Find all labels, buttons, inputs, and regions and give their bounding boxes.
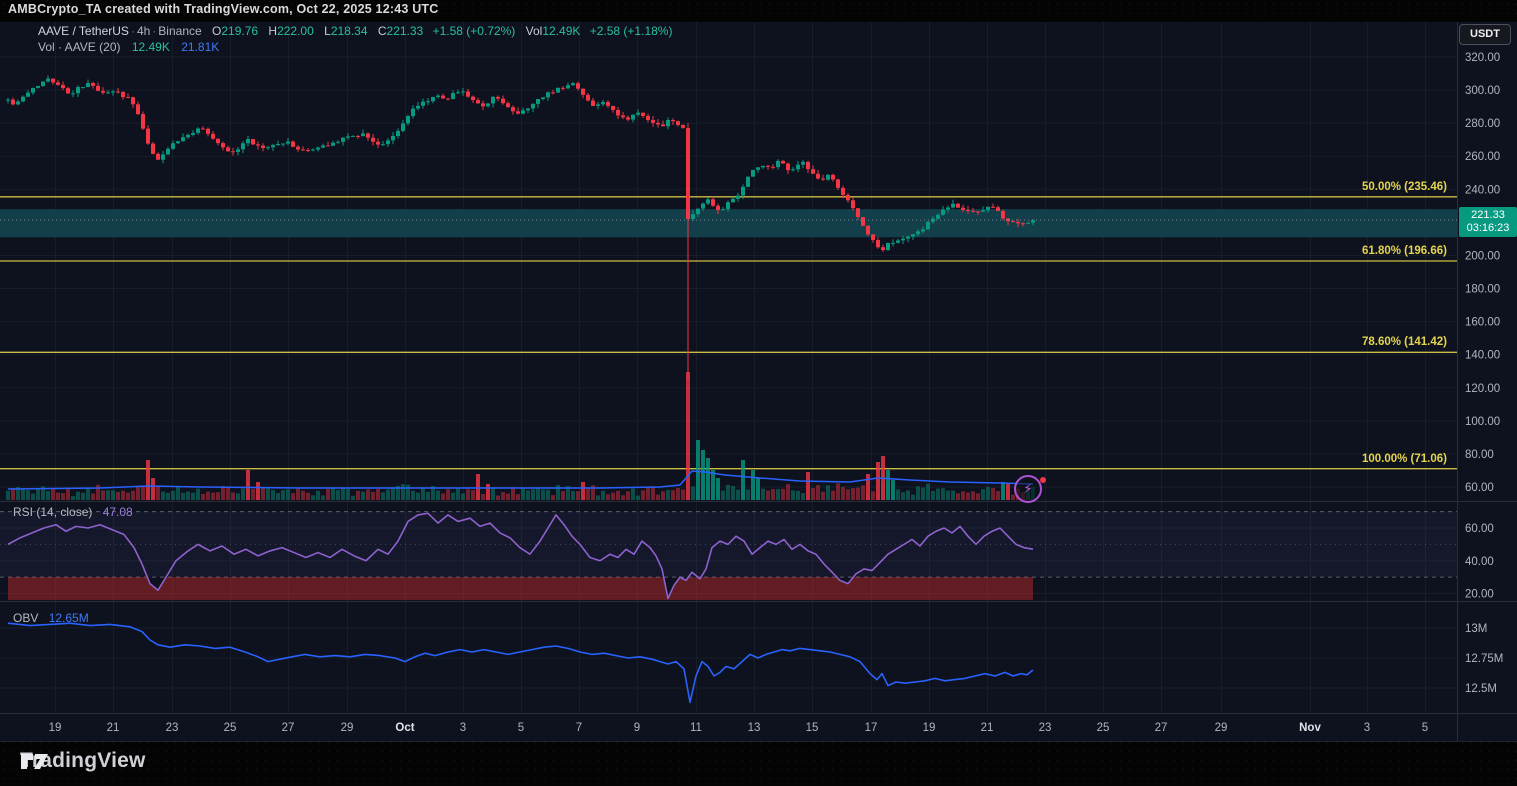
svg-text:27: 27	[282, 722, 295, 734]
svg-text:100.00: 100.00	[1465, 416, 1500, 428]
svg-text:160.00: 160.00	[1465, 317, 1500, 329]
rsi-value: 47.08	[103, 505, 133, 519]
symbol-interval[interactable]: 4h	[137, 24, 150, 38]
svg-text:23: 23	[166, 722, 179, 734]
svg-text:180.00: 180.00	[1465, 284, 1500, 296]
open-value: 219.76	[221, 24, 258, 38]
close-label: C	[378, 24, 387, 38]
obv-label: OBV	[13, 611, 38, 625]
symbol-name[interactable]: AAVE / TetherUS	[38, 24, 129, 38]
lightning-icon[interactable]: ⚡	[1014, 475, 1042, 503]
watermark-title: AMBCrypto_TA created with TradingView.co…	[8, 2, 438, 16]
tradingview-mark-icon	[20, 749, 50, 773]
volume-value: 12.49K	[542, 24, 580, 38]
svg-text:13: 13	[748, 722, 761, 734]
svg-text:29: 29	[341, 722, 354, 734]
fib-level-label: 50.00% (235.46)	[1362, 181, 1447, 193]
last-price-value: 221.33	[1462, 209, 1514, 222]
svg-text:27: 27	[1155, 722, 1168, 734]
obv-legend[interactable]: OBV 12.65M	[13, 611, 89, 625]
svg-text:21: 21	[981, 722, 994, 734]
volume-label: Vol	[526, 24, 543, 38]
svg-text:20.00: 20.00	[1465, 589, 1494, 601]
high-label: H	[268, 24, 277, 38]
svg-text:11: 11	[690, 722, 702, 734]
svg-text:60.00: 60.00	[1465, 482, 1494, 494]
open-label: O	[212, 24, 221, 38]
currency-usdt-button[interactable]: USDT	[1459, 24, 1511, 45]
svg-text:19: 19	[49, 722, 62, 734]
svg-text:80.00: 80.00	[1465, 449, 1494, 461]
last-price-badge: 221.33 03:16:23	[1459, 207, 1517, 237]
svg-text:60.00: 60.00	[1465, 523, 1494, 535]
svg-text:21: 21	[107, 722, 120, 734]
symbol-exchange: Binance	[158, 24, 201, 38]
svg-text:140.00: 140.00	[1465, 350, 1500, 362]
svg-text:120.00: 120.00	[1465, 383, 1500, 395]
notification-dot	[1040, 477, 1046, 483]
svg-text:3: 3	[460, 722, 466, 734]
svg-text:3: 3	[1364, 722, 1370, 734]
chart-canvas[interactable]: 320.00300.00280.00260.00240.00200.00180.…	[0, 0, 1517, 786]
fib-level-label: 61.80% (196.66)	[1362, 245, 1447, 257]
svg-text:23: 23	[1039, 722, 1052, 734]
svg-text:13M: 13M	[1465, 623, 1487, 635]
tradingview-logo[interactable]: TradingView	[20, 749, 146, 773]
svg-text:Nov: Nov	[1299, 722, 1321, 734]
svg-text:12.5M: 12.5M	[1465, 683, 1497, 695]
svg-text:200.00: 200.00	[1465, 250, 1500, 262]
svg-text:7: 7	[576, 722, 582, 734]
low-label: L	[324, 24, 331, 38]
bar-countdown: 03:16:23	[1462, 222, 1514, 235]
svg-text:12.75M: 12.75M	[1465, 653, 1503, 665]
svg-text:Oct: Oct	[395, 722, 414, 734]
rsi-label: RSI (14, close)	[13, 505, 92, 519]
svg-text:25: 25	[1097, 722, 1110, 734]
svg-text:19: 19	[923, 722, 936, 734]
fib-level-label: 78.60% (141.42)	[1362, 336, 1447, 348]
svg-text:320.00: 320.00	[1465, 52, 1500, 64]
svg-text:280.00: 280.00	[1465, 118, 1500, 130]
svg-text:260.00: 260.00	[1465, 151, 1500, 163]
svg-text:9: 9	[634, 722, 640, 734]
svg-text:300.00: 300.00	[1465, 85, 1500, 97]
svg-text:17: 17	[865, 722, 878, 734]
close-value: 221.33	[387, 24, 424, 38]
high-value: 222.00	[277, 24, 314, 38]
fib-level-label: 100.00% (71.06)	[1362, 453, 1447, 465]
volume-ma-label: Vol · AAVE (20)	[38, 40, 120, 54]
symbol-legend[interactable]: AAVE / TetherUS·4h·Binance O219.76 H222.…	[38, 24, 672, 38]
svg-text:29: 29	[1215, 722, 1228, 734]
svg-text:5: 5	[1422, 722, 1428, 734]
low-value: 218.34	[331, 24, 368, 38]
svg-text:15: 15	[806, 722, 819, 734]
volume-change: +2.58 (+1.18%)	[590, 24, 673, 38]
svg-text:5: 5	[518, 722, 524, 734]
svg-text:40.00: 40.00	[1465, 556, 1494, 568]
svg-text:25: 25	[224, 722, 237, 734]
volume-ma-legend[interactable]: Vol · AAVE (20) 12.49K 21.81K	[38, 40, 219, 54]
svg-text:240.00: 240.00	[1465, 184, 1500, 196]
volume-ma-value1: 12.49K	[132, 40, 170, 54]
tradingview-screenshot: 320.00300.00280.00260.00240.00200.00180.…	[0, 0, 1517, 786]
rsi-legend[interactable]: RSI (14, close) 47.08	[13, 505, 133, 519]
change-value: +1.58 (+0.72%)	[433, 24, 516, 38]
volume-ma-value2: 21.81K	[181, 40, 219, 54]
obv-value: 12.65M	[49, 611, 89, 625]
